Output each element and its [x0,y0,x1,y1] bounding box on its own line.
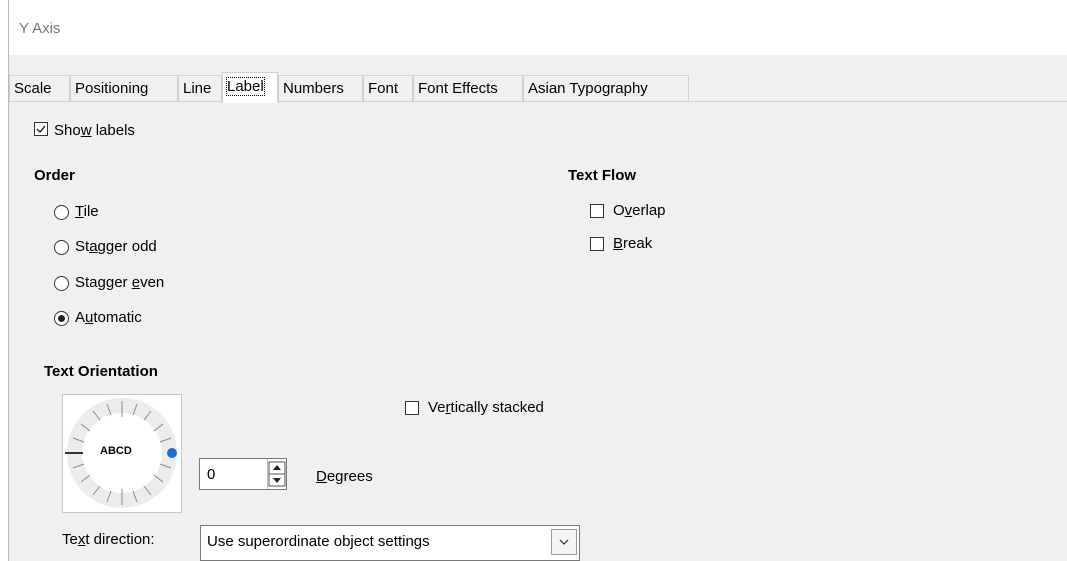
show-labels-checkbox[interactable] [34,122,48,136]
tab-line[interactable]: Line [178,75,222,101]
dial-sample-text: ABCD [100,445,132,457]
tab-font-effects[interactable]: Font Effects [413,75,523,101]
degrees-label: Degrees [316,468,373,485]
automatic-label[interactable]: Automatic [75,309,142,326]
vertically-stacked-label[interactable]: Vertically stacked [428,399,544,416]
stagger-odd-radio[interactable] [54,240,69,255]
text-direction-select[interactable]: Use superordinate object settings [200,525,580,561]
dropdown-button[interactable] [551,529,577,555]
tile-label[interactable]: Tile [75,203,99,220]
overlap-checkbox[interactable] [590,204,604,218]
text-direction-label: Text direction: [62,531,155,548]
degrees-value: 0 [207,466,216,483]
text-direction-value: Use superordinate object settings [207,533,430,550]
tile-radio[interactable] [54,205,69,220]
break-label[interactable]: Break [613,235,652,252]
tab-positioning[interactable]: Positioning [70,75,178,101]
stagger-even-radio[interactable] [54,276,69,291]
break-checkbox[interactable] [590,237,604,251]
automatic-radio[interactable] [54,311,69,326]
title-bar: Y Axis [9,0,1067,55]
chevron-down-icon [559,539,569,545]
tab-asian-typography[interactable]: Asian Typography [523,75,689,101]
stagger-even-label[interactable]: Stagger even [75,274,164,291]
tab-numbers[interactable]: Numbers [278,75,363,101]
show-labels-label[interactable]: Show labels [54,122,135,139]
orientation-dial[interactable]: ABCD [62,394,182,513]
tab-bar: Scale Positioning Line Label Numbers Fon… [9,72,1067,103]
overlap-label[interactable]: Overlap [613,202,666,219]
text-flow-heading: Text Flow [568,167,637,184]
text-orientation-heading: Text Orientation [44,363,158,380]
stagger-odd-label[interactable]: Stagger odd [75,238,157,255]
tab-scale[interactable]: Scale [9,75,70,101]
checkmark-icon [36,125,46,134]
spin-up-down-icon [268,461,286,487]
vertically-stacked-checkbox[interactable] [405,401,419,415]
tab-font[interactable]: Font [363,75,413,101]
window-title: Y Axis [19,20,61,37]
order-heading: Order [34,167,75,184]
tab-divider [9,101,1067,102]
degrees-spinner[interactable] [267,459,287,489]
tab-label[interactable]: Label [222,72,278,103]
